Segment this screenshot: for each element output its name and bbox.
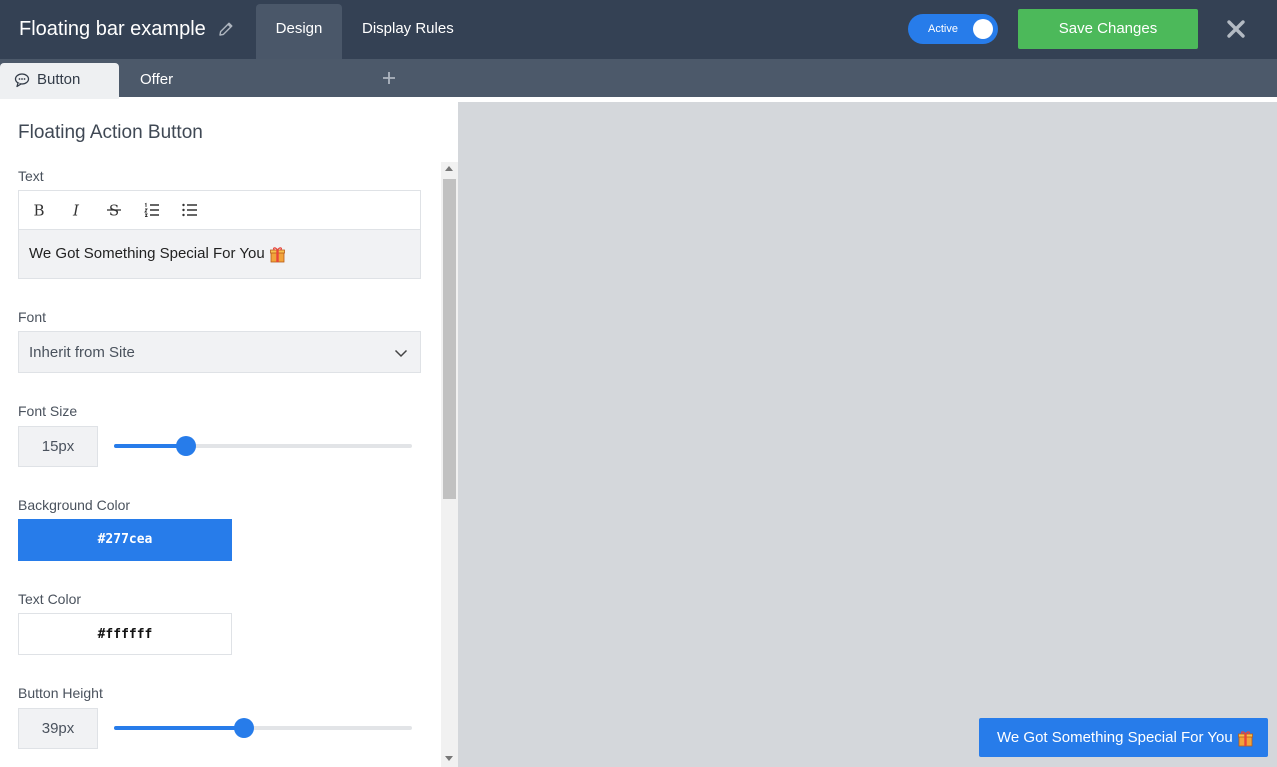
slider-handle[interactable] <box>175 436 196 456</box>
chevron-down-icon <box>394 349 408 358</box>
background-color-picker[interactable]: #277cea <box>18 519 232 561</box>
strikethrough-icon[interactable]: S <box>104 200 124 220</box>
font-size-label: Font Size <box>18 403 78 419</box>
text-color-picker[interactable]: #ffffff <box>18 613 232 655</box>
ordered-list-icon[interactable] <box>142 200 162 220</box>
slider-fill <box>114 444 186 448</box>
section-tab-bar <box>0 59 1277 97</box>
save-changes-button[interactable]: Save Changes <box>1018 9 1198 49</box>
text-input[interactable]: We Got Something Special For You <box>19 230 420 278</box>
text-label: Text <box>18 168 44 184</box>
button-height-input[interactable]: 39px <box>18 708 98 749</box>
font-label: Font <box>18 309 47 325</box>
font-size-slider[interactable] <box>114 436 412 456</box>
subtab-offer[interactable]: Offer <box>140 63 173 96</box>
close-icon[interactable] <box>1226 19 1246 39</box>
font-size-input[interactable]: 15px <box>18 426 98 467</box>
slider-fill <box>114 726 244 730</box>
active-toggle[interactable]: Active <box>908 14 998 44</box>
editor-toolbar: B I S <box>19 191 420 230</box>
bullet-list-icon[interactable] <box>180 200 200 220</box>
scroll-thumb[interactable] <box>443 179 456 499</box>
subtab-button[interactable]: Button <box>0 63 119 99</box>
text-value: We Got Something Special For You <box>29 245 265 262</box>
button-height-slider[interactable] <box>114 718 412 738</box>
subtab-button-label: Button <box>37 71 81 88</box>
slider-handle[interactable] <box>233 718 254 738</box>
preview-floating-button[interactable]: We Got Something Special For You <box>979 718 1268 757</box>
panel-scrollbar[interactable] <box>441 162 458 767</box>
font-select[interactable]: Inherit from Site <box>18 331 421 373</box>
bold-icon[interactable]: B <box>29 200 49 220</box>
italic-icon[interactable]: I <box>66 200 86 220</box>
comment-icon <box>14 73 30 88</box>
font-select-value: Inherit from Site <box>29 344 135 361</box>
button-height-label: Button Height <box>18 685 103 701</box>
svg-text:B: B <box>33 202 44 220</box>
svg-text:I: I <box>72 202 80 220</box>
panel-title: Floating Action Button <box>18 122 203 143</box>
background-color-label: Background Color <box>18 497 131 513</box>
pencil-icon[interactable] <box>217 20 235 38</box>
tab-design[interactable]: Design <box>256 4 342 59</box>
preview-button-text: We Got Something Special For You <box>997 729 1233 746</box>
tab-display-rules[interactable]: Display Rules <box>362 4 454 55</box>
settings-panel: Floating Action Button Text B I S We Got <box>0 102 458 767</box>
gift-icon <box>269 246 285 262</box>
scroll-down-arrow-icon[interactable] <box>445 756 453 761</box>
rich-text-editor: B I S We Got Something Special For You <box>18 190 421 279</box>
gift-icon <box>1237 730 1253 746</box>
page-title: Floating bar example <box>19 18 206 40</box>
toggle-label: Active <box>928 23 958 35</box>
scroll-up-arrow-icon[interactable] <box>445 166 453 171</box>
toggle-knob <box>973 19 993 39</box>
top-bar: Floating bar example Design Display Rule… <box>0 0 1277 59</box>
text-color-label: Text Color <box>18 591 82 607</box>
plus-icon[interactable] <box>381 70 397 86</box>
